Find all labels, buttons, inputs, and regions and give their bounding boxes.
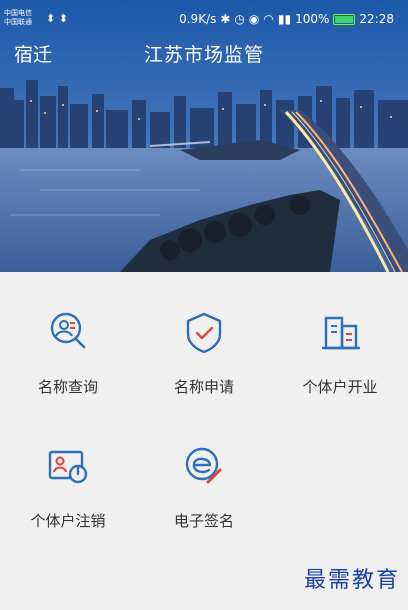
clock-time: 22:28 <box>359 12 394 26</box>
service-label: 个体户注销 <box>30 512 106 530</box>
page-title: 江苏市场监管 <box>143 44 264 66</box>
shield-check-icon <box>186 312 222 354</box>
carrier-labels: 中国电信 中国联通 <box>4 9 32 27</box>
alarm-icon: ◷ <box>234 12 245 26</box>
bluetooth-icon: ✱ <box>220 12 231 26</box>
service-tile-name-search[interactable]: 名称查询 <box>0 272 136 402</box>
status-right: 0.9K/s ✱ ◷ ◉ ◠ ▮▮ 100% 22:28 <box>179 12 394 26</box>
name-search-icon <box>50 312 86 349</box>
status-bar: 中国电信 中国联通 ⬍ ⬍ 0.9K/s ✱ ◷ ◉ ◠ ▮▮ 100% 22:… <box>0 0 408 38</box>
carrier-2: 中国联通 <box>4 18 32 26</box>
battery-icon <box>333 13 356 25</box>
building-icon <box>322 316 360 350</box>
service-tile-name-apply[interactable]: 名称申请 <box>136 272 272 402</box>
app-screen: 中国电信 中国联通 ⬍ ⬍ 0.9K/s ✱ ◷ ◉ ◠ ▮▮ 100% 22:… <box>0 0 408 610</box>
service-tile-e-signature[interactable]: 电子签名 <box>136 406 272 536</box>
service-tile-individual-cancel[interactable]: 个体户注销 <box>0 406 136 536</box>
network-speed: 0.9K/s <box>179 12 217 26</box>
carrier-1: 中国电信 <box>4 9 32 17</box>
service-label: 名称查询 <box>37 378 98 396</box>
top-navigation-bar: 宿迁 江苏市场监管 <box>0 38 408 70</box>
service-tile-individual-open[interactable]: 个体户开业 <box>272 272 408 402</box>
e-signature-icon <box>185 447 222 484</box>
service-label: 个体户开业 <box>302 378 378 396</box>
signal-icon: ▮▮ <box>277 12 292 26</box>
service-label: 名称申请 <box>173 378 234 396</box>
service-label: 电子签名 <box>173 512 234 530</box>
id-card-power-icon <box>48 450 88 484</box>
header-city-banner: 中国电信 中国联通 ⬍ ⬍ 0.9K/s ✱ ◷ ◉ ◠ ▮▮ 100% 22:… <box>0 0 408 272</box>
usb-icon: ⬍ ⬍ <box>46 12 68 25</box>
wifi-icon: ◠ <box>263 12 274 26</box>
service-grid: 名称查询 名称申请 个体户开业 个体户注销 电子签名 最需教育 <box>0 272 408 610</box>
watermark: 最需教育 <box>303 568 400 593</box>
eye-icon: ◉ <box>248 12 260 26</box>
battery-percent: 100% <box>295 12 330 26</box>
